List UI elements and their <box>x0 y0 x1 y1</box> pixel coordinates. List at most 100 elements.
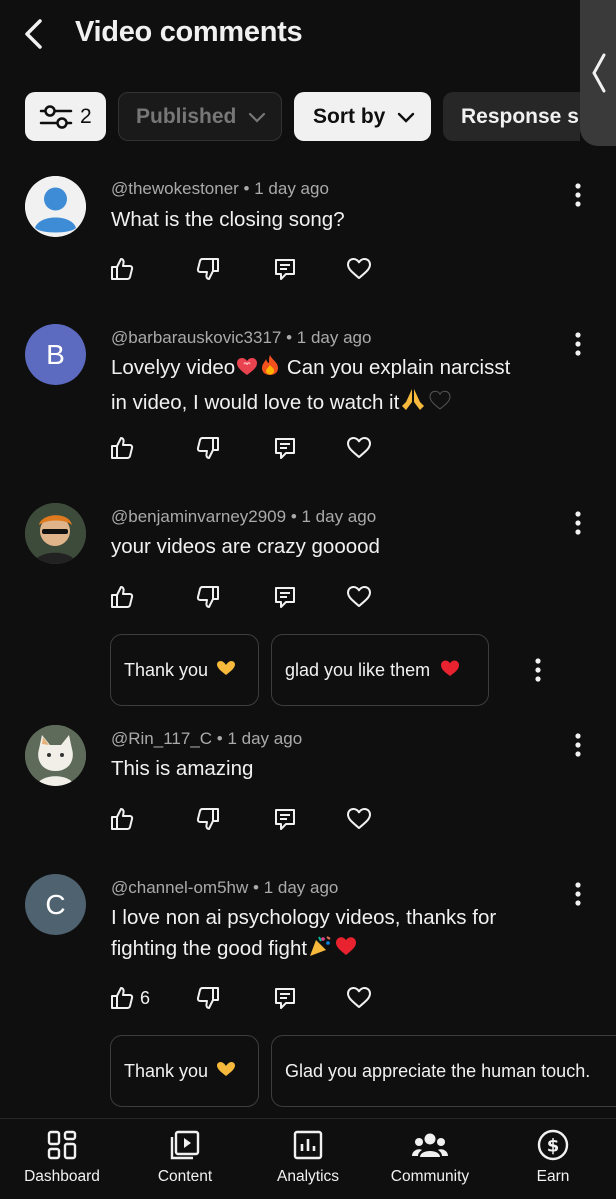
like-button[interactable] <box>110 805 134 833</box>
like-button[interactable]: 6 <box>110 984 150 1012</box>
thumbs-down-icon <box>196 987 219 1009</box>
more-options-icon[interactable] <box>570 181 586 209</box>
more-options-icon[interactable] <box>570 880 586 908</box>
reply-button[interactable] <box>273 984 297 1012</box>
dashboard-icon <box>47 1130 77 1160</box>
heart-hands-emoji-icon <box>215 1060 237 1083</box>
nav-label: Dashboard <box>24 1168 100 1185</box>
suggested-reply-chip[interactable]: Glad you appreciate the human touch. <box>271 1035 616 1107</box>
fire-emoji-icon <box>259 353 281 386</box>
reply-button[interactable] <box>273 434 297 462</box>
comment-time: 1 day ago <box>296 328 372 347</box>
nav-analytics[interactable]: Analytics <box>253 1129 363 1186</box>
dislike-button[interactable] <box>196 805 220 833</box>
filter-button[interactable]: 2 <box>25 92 106 141</box>
side-panel-handle[interactable] <box>580 0 616 146</box>
heart-button[interactable] <box>346 583 372 611</box>
filter-chips: 2 Published Sort by Response s <box>0 92 580 142</box>
nav-content[interactable]: Content <box>130 1129 240 1186</box>
nav-earn[interactable]: $ Earn <box>498 1129 608 1186</box>
red-heart-emoji-icon <box>439 658 461 683</box>
bottom-navigation: Dashboard Content Analytics Community $ … <box>0 1118 616 1199</box>
like-button[interactable] <box>110 434 134 462</box>
comment-author[interactable]: @Rin_117_C <box>111 729 212 748</box>
comment-meta: @benjaminvarney2909 • 1 day ago <box>111 507 377 526</box>
response-label: Response s <box>461 104 579 128</box>
thumbs-down-icon <box>196 258 219 280</box>
dislike-button[interactable] <box>196 255 220 283</box>
reply-comment-icon <box>275 809 295 830</box>
comment-meta: @channel-om5hw • 1 day ago <box>111 878 339 897</box>
thumbs-down-icon <box>196 437 219 459</box>
avatar[interactable]: B <box>25 324 86 385</box>
comment-text: I love non ai psychology videos, thanks … <box>111 902 561 967</box>
thumbs-up-icon <box>111 258 134 280</box>
avatar[interactable] <box>25 725 86 786</box>
nav-dashboard[interactable]: Dashboard <box>7 1129 117 1186</box>
comment-time: 1 day ago <box>263 878 339 897</box>
comment-meta: @Rin_117_C • 1 day ago <box>111 729 303 748</box>
more-options-icon[interactable] <box>570 731 586 759</box>
red-heart-emoji-icon <box>333 934 359 967</box>
dislike-button[interactable] <box>196 984 220 1012</box>
heart-icon <box>347 437 371 458</box>
heart-button[interactable] <box>346 434 372 462</box>
earn-icon: $ <box>537 1129 569 1161</box>
suggested-reply-chip[interactable]: Thank you <box>110 634 259 706</box>
comment-text: This is amazing <box>111 757 254 780</box>
more-options-icon[interactable] <box>570 509 586 537</box>
thumbs-down-icon <box>196 586 219 608</box>
reply-button[interactable] <box>273 255 297 283</box>
nav-community[interactable]: Community <box>375 1129 485 1186</box>
comment-meta: @barbarauskovic3317 • 1 day ago <box>111 328 372 347</box>
back-arrow-icon[interactable] <box>22 18 50 50</box>
party-popper-emoji-icon <box>307 934 333 967</box>
comment-text: What is the closing song? <box>111 208 345 231</box>
sort-label: Sort by <box>313 104 386 128</box>
thumbs-up-icon <box>111 437 134 459</box>
comment-author[interactable]: @thewokestoner <box>111 179 239 198</box>
heart-icon <box>347 586 371 607</box>
published-dropdown[interactable]: Published <box>118 92 282 141</box>
filter-count: 2 <box>80 104 92 128</box>
nav-label: Community <box>390 1168 470 1185</box>
suggested-reply-chip[interactable]: Thank you <box>110 1035 259 1107</box>
comment-author[interactable]: @channel-om5hw <box>111 878 248 897</box>
heart-on-fire-emoji-icon <box>235 355 259 386</box>
heart-button[interactable] <box>346 255 372 283</box>
avatar[interactable]: C <box>25 874 86 935</box>
comment-time: 1 day ago <box>227 729 303 748</box>
sort-dropdown[interactable]: Sort by <box>294 92 431 141</box>
thumbs-up-icon <box>111 808 134 830</box>
suggested-reply-chip[interactable]: glad you like them <box>271 634 489 706</box>
community-icon <box>412 1133 448 1157</box>
response-status-dropdown[interactable]: Response s <box>443 92 580 141</box>
more-options-icon[interactable] <box>530 656 546 684</box>
svg-text:$: $ <box>547 1136 560 1157</box>
nav-label: Earn <box>536 1168 570 1185</box>
thumbs-up-icon <box>111 586 134 608</box>
like-button[interactable] <box>110 583 134 611</box>
heart-button[interactable] <box>346 805 372 833</box>
comment-text: Lovelyy video Can you explain narcisst i… <box>111 352 561 421</box>
avatar[interactable] <box>25 176 86 237</box>
like-button[interactable] <box>110 255 134 283</box>
comment-author[interactable]: @benjaminvarney2909 <box>111 507 286 526</box>
dislike-button[interactable] <box>196 583 220 611</box>
comment-author[interactable]: @barbarauskovic3317 <box>111 328 281 347</box>
header: Video comments <box>0 0 616 72</box>
reply-button[interactable] <box>273 583 297 611</box>
chevron-down-icon <box>398 112 415 123</box>
heart-button[interactable] <box>346 984 372 1012</box>
avatar[interactable] <box>25 503 86 564</box>
content-icon <box>170 1130 200 1160</box>
comment-text: your videos are crazy gooood <box>111 535 380 558</box>
heart-icon <box>347 808 371 829</box>
reply-button[interactable] <box>273 805 297 833</box>
chevron-left-icon <box>592 53 606 93</box>
dislike-button[interactable] <box>196 434 220 462</box>
heart-icon <box>347 987 371 1008</box>
chevron-down-icon <box>249 112 266 123</box>
published-label: Published <box>136 104 237 128</box>
more-options-icon[interactable] <box>570 330 586 358</box>
